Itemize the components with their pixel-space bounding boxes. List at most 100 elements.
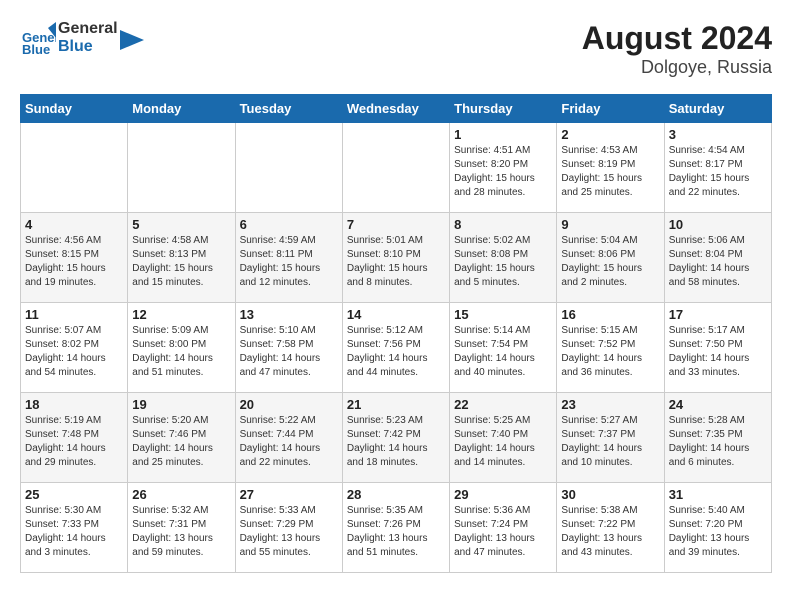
calendar-cell bbox=[235, 123, 342, 213]
page-title: August 2024 bbox=[582, 20, 772, 57]
calendar-weekday-thursday: Thursday bbox=[450, 95, 557, 123]
day-number: 27 bbox=[240, 487, 338, 502]
day-info: Sunrise: 5:09 AM Sunset: 8:00 PM Dayligh… bbox=[132, 324, 230, 380]
day-info: Sunrise: 5:07 AM Sunset: 8:02 PM Dayligh… bbox=[25, 324, 123, 380]
day-info: Sunrise: 5:27 AM Sunset: 7:37 PM Dayligh… bbox=[561, 414, 659, 470]
calendar-cell: 22 Sunrise: 5:25 AM Sunset: 7:40 PM Dayli… bbox=[450, 393, 557, 483]
day-number: 25 bbox=[25, 487, 123, 502]
calendar-cell bbox=[21, 123, 128, 213]
calendar-weekday-wednesday: Wednesday bbox=[342, 95, 449, 123]
svg-text:Blue: Blue bbox=[22, 42, 50, 56]
calendar-cell: 2 Sunrise: 4:53 AM Sunset: 8:19 PM Daylig… bbox=[557, 123, 664, 213]
day-info: Sunrise: 5:36 AM Sunset: 7:24 PM Dayligh… bbox=[454, 504, 552, 560]
day-number: 22 bbox=[454, 397, 552, 412]
day-info: Sunrise: 5:06 AM Sunset: 8:04 PM Dayligh… bbox=[669, 234, 767, 290]
calendar-cell: 23 Sunrise: 5:27 AM Sunset: 7:37 PM Dayli… bbox=[557, 393, 664, 483]
calendar-weekday-friday: Friday bbox=[557, 95, 664, 123]
logo-arrow-icon bbox=[120, 30, 144, 50]
day-info: Sunrise: 4:51 AM Sunset: 8:20 PM Dayligh… bbox=[454, 144, 552, 200]
calendar-weekday-saturday: Saturday bbox=[664, 95, 771, 123]
day-number: 26 bbox=[132, 487, 230, 502]
day-number: 14 bbox=[347, 307, 445, 322]
calendar-cell: 20Sunrise: 5:22 AM Sunset: 7:44 PM Dayli… bbox=[235, 393, 342, 483]
calendar-cell: 7Sunrise: 5:01 AM Sunset: 8:10 PM Daylig… bbox=[342, 213, 449, 303]
day-info: Sunrise: 5:19 AM Sunset: 7:48 PM Dayligh… bbox=[25, 414, 123, 470]
day-info: Sunrise: 5:02 AM Sunset: 8:08 PM Dayligh… bbox=[454, 234, 552, 290]
day-info: Sunrise: 5:35 AM Sunset: 7:26 PM Dayligh… bbox=[347, 504, 445, 560]
calendar-cell: 21 Sunrise: 5:23 AM Sunset: 7:42 PM Dayli… bbox=[342, 393, 449, 483]
calendar-cell: 26 Sunrise: 5:32 AM Sunset: 7:31 PM Dayli… bbox=[128, 483, 235, 573]
calendar-cell: 30Sunrise: 5:38 AM Sunset: 7:22 PM Dayli… bbox=[557, 483, 664, 573]
calendar-cell: 15 Sunrise: 5:14 AM Sunset: 7:54 PM Dayli… bbox=[450, 303, 557, 393]
day-info: Sunrise: 5:04 AM Sunset: 8:06 PM Dayligh… bbox=[561, 234, 659, 290]
calendar-weekday-sunday: Sunday bbox=[21, 95, 128, 123]
calendar-week-row: 1 Sunrise: 4:51 AM Sunset: 8:20 PM Daylig… bbox=[21, 123, 772, 213]
calendar-table: SundayMondayTuesdayWednesdayThursdayFrid… bbox=[20, 94, 772, 573]
day-number: 18 bbox=[25, 397, 123, 412]
day-info: Sunrise: 5:32 AM Sunset: 7:31 PM Dayligh… bbox=[132, 504, 230, 560]
calendar-cell: 17 Sunrise: 5:17 AM Sunset: 7:50 PM Dayli… bbox=[664, 303, 771, 393]
logo: General Blue General Blue bbox=[20, 20, 144, 56]
day-number: 16 bbox=[561, 307, 659, 322]
day-number: 28 bbox=[347, 487, 445, 502]
logo-general: General bbox=[58, 20, 118, 38]
calendar-cell: 28 Sunrise: 5:35 AM Sunset: 7:26 PM Dayli… bbox=[342, 483, 449, 573]
day-info: Sunrise: 5:15 AM Sunset: 7:52 PM Dayligh… bbox=[561, 324, 659, 380]
day-number: 13 bbox=[240, 307, 338, 322]
logo-icon: General Blue bbox=[20, 20, 56, 56]
day-number: 23 bbox=[561, 397, 659, 412]
day-info: Sunrise: 5:22 AM Sunset: 7:44 PM Dayligh… bbox=[240, 414, 338, 470]
day-info: Sunrise: 5:40 AM Sunset: 7:20 PM Dayligh… bbox=[669, 504, 767, 560]
day-info: Sunrise: 4:54 AM Sunset: 8:17 PM Dayligh… bbox=[669, 144, 767, 200]
day-info: Sunrise: 5:28 AM Sunset: 7:35 PM Dayligh… bbox=[669, 414, 767, 470]
calendar-cell: 8Sunrise: 5:02 AM Sunset: 8:08 PM Daylig… bbox=[450, 213, 557, 303]
day-info: Sunrise: 5:23 AM Sunset: 7:42 PM Dayligh… bbox=[347, 414, 445, 470]
calendar-week-row: 4 Sunrise: 4:56 AM Sunset: 8:15 PM Daylig… bbox=[21, 213, 772, 303]
calendar-cell: 31Sunrise: 5:40 AM Sunset: 7:20 PM Dayli… bbox=[664, 483, 771, 573]
day-info: Sunrise: 5:38 AM Sunset: 7:22 PM Dayligh… bbox=[561, 504, 659, 560]
calendar-cell: 16 Sunrise: 5:15 AM Sunset: 7:52 PM Dayli… bbox=[557, 303, 664, 393]
calendar-cell: 19Sunrise: 5:20 AM Sunset: 7:46 PM Dayli… bbox=[128, 393, 235, 483]
day-info: Sunrise: 4:59 AM Sunset: 8:11 PM Dayligh… bbox=[240, 234, 338, 290]
day-info: Sunrise: 5:33 AM Sunset: 7:29 PM Dayligh… bbox=[240, 504, 338, 560]
calendar-cell: 18 Sunrise: 5:19 AM Sunset: 7:48 PM Dayli… bbox=[21, 393, 128, 483]
title-block: August 2024 Dolgoye, Russia bbox=[582, 20, 772, 78]
day-number: 17 bbox=[669, 307, 767, 322]
page-header: General Blue General Blue August 2024 Do… bbox=[20, 20, 772, 78]
calendar-cell: 11Sunrise: 5:07 AM Sunset: 8:02 PM Dayli… bbox=[21, 303, 128, 393]
calendar-body: 1 Sunrise: 4:51 AM Sunset: 8:20 PM Daylig… bbox=[21, 123, 772, 573]
day-info: Sunrise: 4:56 AM Sunset: 8:15 PM Dayligh… bbox=[25, 234, 123, 290]
day-info: Sunrise: 4:53 AM Sunset: 8:19 PM Dayligh… bbox=[561, 144, 659, 200]
day-number: 12 bbox=[132, 307, 230, 322]
day-number: 5 bbox=[132, 217, 230, 232]
calendar-cell: 24 Sunrise: 5:28 AM Sunset: 7:35 PM Dayli… bbox=[664, 393, 771, 483]
day-number: 6 bbox=[240, 217, 338, 232]
calendar-cell: 25Sunrise: 5:30 AM Sunset: 7:33 PM Dayli… bbox=[21, 483, 128, 573]
day-info: Sunrise: 5:01 AM Sunset: 8:10 PM Dayligh… bbox=[347, 234, 445, 290]
calendar-cell: 14 Sunrise: 5:12 AM Sunset: 7:56 PM Dayli… bbox=[342, 303, 449, 393]
day-info: Sunrise: 5:25 AM Sunset: 7:40 PM Dayligh… bbox=[454, 414, 552, 470]
page-subtitle: Dolgoye, Russia bbox=[582, 57, 772, 78]
day-number: 1 bbox=[454, 127, 552, 142]
day-info: Sunrise: 4:58 AM Sunset: 8:13 PM Dayligh… bbox=[132, 234, 230, 290]
day-number: 21 bbox=[347, 397, 445, 412]
calendar-cell: 27 Sunrise: 5:33 AM Sunset: 7:29 PM Dayli… bbox=[235, 483, 342, 573]
day-info: Sunrise: 5:14 AM Sunset: 7:54 PM Dayligh… bbox=[454, 324, 552, 380]
calendar-cell: 5 Sunrise: 4:58 AM Sunset: 8:13 PM Daylig… bbox=[128, 213, 235, 303]
day-number: 4 bbox=[25, 217, 123, 232]
calendar-cell: 4 Sunrise: 4:56 AM Sunset: 8:15 PM Daylig… bbox=[21, 213, 128, 303]
calendar-weekday-monday: Monday bbox=[128, 95, 235, 123]
calendar-cell: 6 Sunrise: 4:59 AM Sunset: 8:11 PM Daylig… bbox=[235, 213, 342, 303]
calendar-cell: 10Sunrise: 5:06 AM Sunset: 8:04 PM Dayli… bbox=[664, 213, 771, 303]
day-info: Sunrise: 5:12 AM Sunset: 7:56 PM Dayligh… bbox=[347, 324, 445, 380]
calendar-cell: 3Sunrise: 4:54 AM Sunset: 8:17 PM Daylig… bbox=[664, 123, 771, 213]
calendar-cell: 9 Sunrise: 5:04 AM Sunset: 8:06 PM Daylig… bbox=[557, 213, 664, 303]
day-number: 9 bbox=[561, 217, 659, 232]
day-info: Sunrise: 5:17 AM Sunset: 7:50 PM Dayligh… bbox=[669, 324, 767, 380]
day-number: 24 bbox=[669, 397, 767, 412]
day-number: 15 bbox=[454, 307, 552, 322]
calendar-cell: 13Sunrise: 5:10 AM Sunset: 7:58 PM Dayli… bbox=[235, 303, 342, 393]
day-number: 2 bbox=[561, 127, 659, 142]
calendar-cell: 29Sunrise: 5:36 AM Sunset: 7:24 PM Dayli… bbox=[450, 483, 557, 573]
calendar-cell: 12 Sunrise: 5:09 AM Sunset: 8:00 PM Dayli… bbox=[128, 303, 235, 393]
